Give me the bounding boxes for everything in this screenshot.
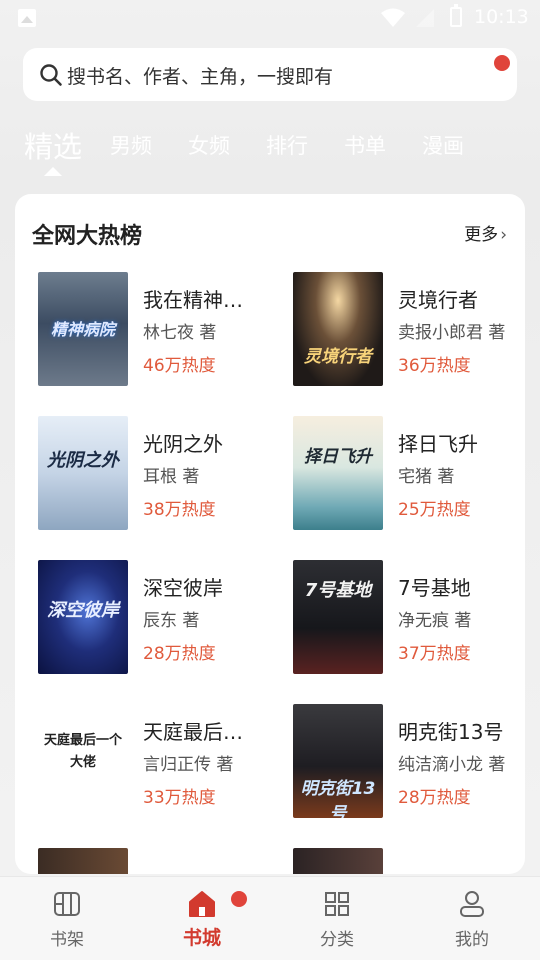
book-title: 深空彼岸 <box>143 576 223 600</box>
book-cover: 明克街13号 <box>293 704 383 818</box>
book-author: 耳根 著 <box>143 467 200 487</box>
nav-label: 我的 <box>455 930 489 950</box>
book-author: 纯洁滴小龙 著 <box>398 755 506 775</box>
book-heat: 38万热度 <box>143 500 216 520</box>
book-item[interactable]: 精神病院 我在精神… 林七夜 著 46万热度 <box>38 272 278 386</box>
ranking-card: 全网大热榜 更多 › 精神病院 我在精神… 林七夜 著 46万热度 灵境行者 灵境… <box>15 194 525 874</box>
book-cover[interactable] <box>293 848 383 874</box>
search-icon <box>40 64 62 86</box>
cover-title-text: 深空彼岸 <box>47 600 119 621</box>
book-heat: 36万热度 <box>398 356 471 376</box>
category-tabs: 精选 男频 女频 排行 书单 漫画 <box>0 120 540 180</box>
book-heat: 28万热度 <box>398 788 471 808</box>
book-heat: 37万热度 <box>398 644 471 664</box>
tab-ranking[interactable]: 排行 <box>266 130 308 160</box>
notification-badge <box>494 55 510 71</box>
book-heat: 28万热度 <box>143 644 216 664</box>
book-item[interactable]: 择日飞升 择日飞升 宅猪 著 25万热度 <box>293 416 525 530</box>
tab-indicator <box>44 167 62 176</box>
search-bar[interactable]: 搜书名、作者、主角，一搜即有 <box>23 48 517 101</box>
book-author: 辰东 著 <box>143 611 200 631</box>
book-cover: 7号基地 <box>293 560 383 674</box>
status-time: 10:13 <box>474 6 529 28</box>
wifi-icon <box>381 8 405 27</box>
tab-female[interactable]: 女频 <box>188 130 230 160</box>
nav-label: 分类 <box>320 930 354 950</box>
cover-title-text: 7号基地 <box>304 580 372 601</box>
nav-bookshelf[interactable]: 书架 <box>27 889 107 950</box>
cover-title-text: 光阴之外 <box>47 450 119 471</box>
bookstore-icon <box>189 891 215 917</box>
book-title: 我在精神… <box>143 288 243 312</box>
tab-selected[interactable]: 精选 <box>24 124 82 166</box>
book-heat: 25万热度 <box>398 500 471 520</box>
book-author: 净无痕 著 <box>398 611 472 631</box>
book-title: 光阴之外 <box>143 432 223 456</box>
nav-label: 书城 <box>182 927 221 949</box>
book-author: 言归正传 著 <box>143 755 234 775</box>
more-label[interactable]: 更多 <box>464 225 498 245</box>
book-title: 7号基地 <box>398 576 471 600</box>
nav-label: 书架 <box>50 930 84 950</box>
book-author: 宅猪 著 <box>398 467 455 487</box>
bottom-nav: 书架 书城 分类 我的 <box>0 876 540 960</box>
book-title: 天庭最后… <box>143 720 243 744</box>
nav-profile[interactable]: 我的 <box>432 889 512 950</box>
section-title: 全网大热榜 <box>32 224 143 249</box>
book-item[interactable]: 明克街13号 明克街13号 纯洁滴小龙 著 28万热度 <box>293 704 525 818</box>
book-title: 择日飞升 <box>398 432 478 456</box>
book-title: 明克街13号 <box>398 720 504 744</box>
book-cover: 择日飞升 <box>293 416 383 530</box>
nav-bookstore[interactable]: 书城 <box>162 889 242 950</box>
battery-icon <box>450 4 462 27</box>
chevron-right-icon: › <box>500 225 507 245</box>
book-cover[interactable] <box>38 848 128 874</box>
book-heat: 33万热度 <box>143 788 216 808</box>
cover-title-text: 明克街13号 <box>300 779 376 818</box>
book-cover: 光阴之外 <box>38 416 128 530</box>
book-heat: 46万热度 <box>143 356 216 376</box>
notification-badge <box>231 891 247 907</box>
book-item[interactable]: 灵境行者 灵境行者 卖报小郎君 著 36万热度 <box>293 272 525 386</box>
cover-title-text: 精神病院 <box>50 320 115 339</box>
category-icon <box>325 892 349 916</box>
tab-comics[interactable]: 漫画 <box>422 130 464 160</box>
more-link[interactable]: 更多 › <box>464 220 507 245</box>
tab-male[interactable]: 男频 <box>110 130 152 160</box>
tab-booklist[interactable]: 书单 <box>344 130 386 160</box>
book-item[interactable]: 光阴之外 光阴之外 耳根 著 38万热度 <box>38 416 278 530</box>
book-title: 灵境行者 <box>398 288 478 312</box>
book-item[interactable]: 天庭最后一个大佬 天庭最后… 言归正传 著 33万热度 <box>38 704 278 818</box>
cover-title-text: 择日飞升 <box>304 447 372 467</box>
status-bar: 10:13 <box>0 0 540 36</box>
book-author: 卖报小郎君 著 <box>398 323 506 343</box>
book-item[interactable]: 深空彼岸 深空彼岸 辰东 著 28万热度 <box>38 560 278 674</box>
bookshelf-icon <box>54 892 80 916</box>
gallery-icon <box>18 9 36 27</box>
book-cover: 精神病院 <box>38 272 128 386</box>
book-cover: 深空彼岸 <box>38 560 128 674</box>
signal-icon <box>416 9 434 27</box>
search-placeholder[interactable]: 搜书名、作者、主角，一搜即有 <box>67 62 333 89</box>
book-cover: 灵境行者 <box>293 272 383 386</box>
book-cover: 天庭最后一个大佬 <box>38 704 128 818</box>
cover-title-text: 天庭最后一个大佬 <box>44 733 123 770</box>
book-item[interactable]: 7号基地 7号基地 净无痕 著 37万热度 <box>293 560 525 674</box>
book-author: 林七夜 著 <box>143 323 217 343</box>
nav-category[interactable]: 分类 <box>297 889 377 950</box>
profile-icon <box>460 891 484 917</box>
cover-title-text: 灵境行者 <box>304 347 372 367</box>
